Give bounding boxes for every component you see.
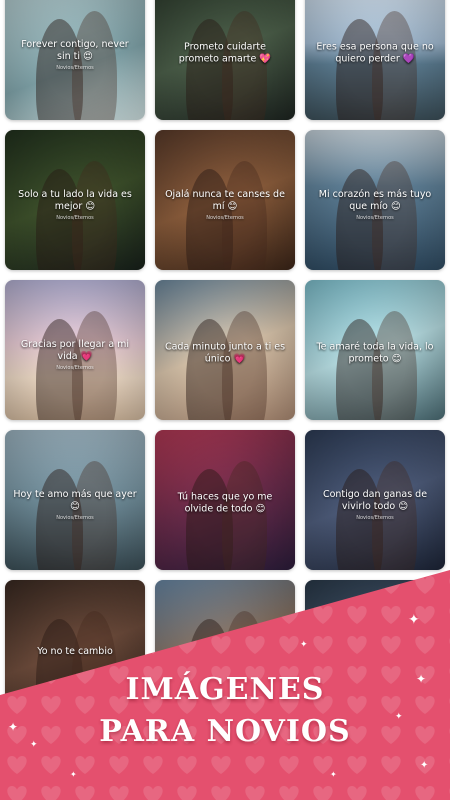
card-caption: Te amaré toda la vida, lo prometo 😊 (313, 342, 437, 366)
couple-image-card[interactable]: Eres esa persona que no quiero perder 💜 (305, 0, 445, 120)
card-caption: Hoy te amo más que ayer 😊 Novios/Eternos (13, 489, 137, 521)
sparkle-icon: ✦ (8, 720, 19, 734)
card-watermark: Novios/Eternos (56, 514, 94, 521)
card-caption: Forever contigo, never sin ti 😍 Novios/Et… (13, 39, 137, 71)
card-watermark: Novios/Eternos (56, 64, 94, 71)
card-caption-text: Cada minuto junto a ti es único 💗 (164, 341, 286, 365)
card-caption: Prometo cuidarte prometo amarte 💖 (163, 42, 287, 66)
sparkle-icon: ✦ (395, 712, 403, 722)
sparkle-icon: ✦ (408, 612, 420, 628)
image-grid: Forever contigo, never sin ti 😍 Novios/Et… (5, 0, 445, 720)
banner-title-line1: IMÁGENES (125, 672, 325, 707)
card-watermark: Novios/Eternos (56, 214, 94, 221)
card-watermark: Novios/Eternos (206, 214, 244, 221)
card-caption: Tú haces que yo me olvide de todo 😊 (163, 492, 287, 516)
card-caption-text: Prometo cuidarte prometo amarte 💖 (178, 41, 272, 65)
sparkle-icon: ✦ (70, 770, 77, 779)
card-caption-text: Eres esa persona que no quiero perder 💜 (316, 41, 434, 65)
card-caption-text: Yo no te cambio (37, 645, 113, 657)
couple-image-card[interactable]: Prometo cuidarte prometo amarte 💖 (155, 0, 295, 120)
card-watermark: Novios/Eternos (56, 364, 94, 371)
couple-image-card[interactable]: Ojalá nunca te canses de mí 😊 Novios/Eter… (155, 130, 295, 270)
couple-image-card[interactable]: Cada minuto junto a ti es único 💗 (155, 280, 295, 420)
couple-image-card[interactable]: Contigo dan ganas de vivirlo todo 😊 Novio… (305, 430, 445, 570)
couple-image-card[interactable]: Gracias por llegar a mi vida 💗 Novios/Ete… (5, 280, 145, 420)
sparkle-icon: ✦ (420, 760, 429, 771)
card-caption-text: Hoy te amo más que ayer 😊 (13, 488, 137, 512)
card-caption-text: Gracias por llegar a mi vida 💗 (20, 338, 130, 362)
card-caption-text: Ojalá nunca te canses de mí 😊 (165, 188, 285, 212)
card-caption: Cada minuto junto a ti es único 💗 (163, 342, 287, 366)
card-caption-text: Forever contigo, never sin ti 😍 (21, 38, 129, 62)
sparkle-icon: ✦ (300, 640, 308, 650)
card-caption-text: Tú haces que yo me olvide de todo 😊 (177, 491, 273, 515)
card-caption: Yo no te cambio (13, 646, 137, 658)
card-caption-text: Solo a tu lado la vida es mejor 😊 (18, 188, 132, 212)
card-caption-text: Contigo dan ganas de vivirlo todo 😊 (322, 488, 428, 512)
banner-title-line2: PARA NOVIOS (99, 714, 351, 749)
couple-image-card[interactable]: Tú haces que yo me olvide de todo 😊 (155, 430, 295, 570)
couple-image-card[interactable]: Solo a tu lado la vida es mejor 😊 Novios/… (5, 130, 145, 270)
card-caption: Ojalá nunca te canses de mí 😊 Novios/Eter… (163, 189, 287, 221)
couple-image-card[interactable]: Hoy te amo más que ayer 😊 Novios/Eternos (5, 430, 145, 570)
couple-image-card[interactable]: Te amaré toda la vida, lo prometo 😊 (305, 280, 445, 420)
card-caption: Mi corazón es más tuyo que mío 😊 Novios/E… (313, 189, 437, 221)
card-caption: Eres esa persona que no quiero perder 💜 (313, 42, 437, 66)
couple-image-card[interactable]: Mi corazón es más tuyo que mío 😊 Novios/E… (305, 130, 445, 270)
card-caption: Solo a tu lado la vida es mejor 😊 Novios/… (13, 189, 137, 221)
card-watermark: Novios/Eternos (356, 214, 394, 221)
card-caption: Contigo dan ganas de vivirlo todo 😊 Novio… (313, 489, 437, 521)
sparkle-icon: ✦ (30, 740, 38, 750)
sparkle-icon: ✦ (416, 672, 427, 686)
couple-image-card[interactable]: Forever contigo, never sin ti 😍 Novios/Et… (5, 0, 145, 120)
card-caption-text: Mi corazón es más tuyo que mío 😊 (318, 188, 432, 212)
card-watermark: Novios/Eternos (356, 514, 394, 521)
card-caption-text: Te amaré toda la vida, lo prometo 😊 (316, 341, 434, 365)
sparkle-icon: ✦ (330, 770, 337, 779)
card-caption: Gracias por llegar a mi vida 💗 Novios/Ete… (13, 339, 137, 371)
